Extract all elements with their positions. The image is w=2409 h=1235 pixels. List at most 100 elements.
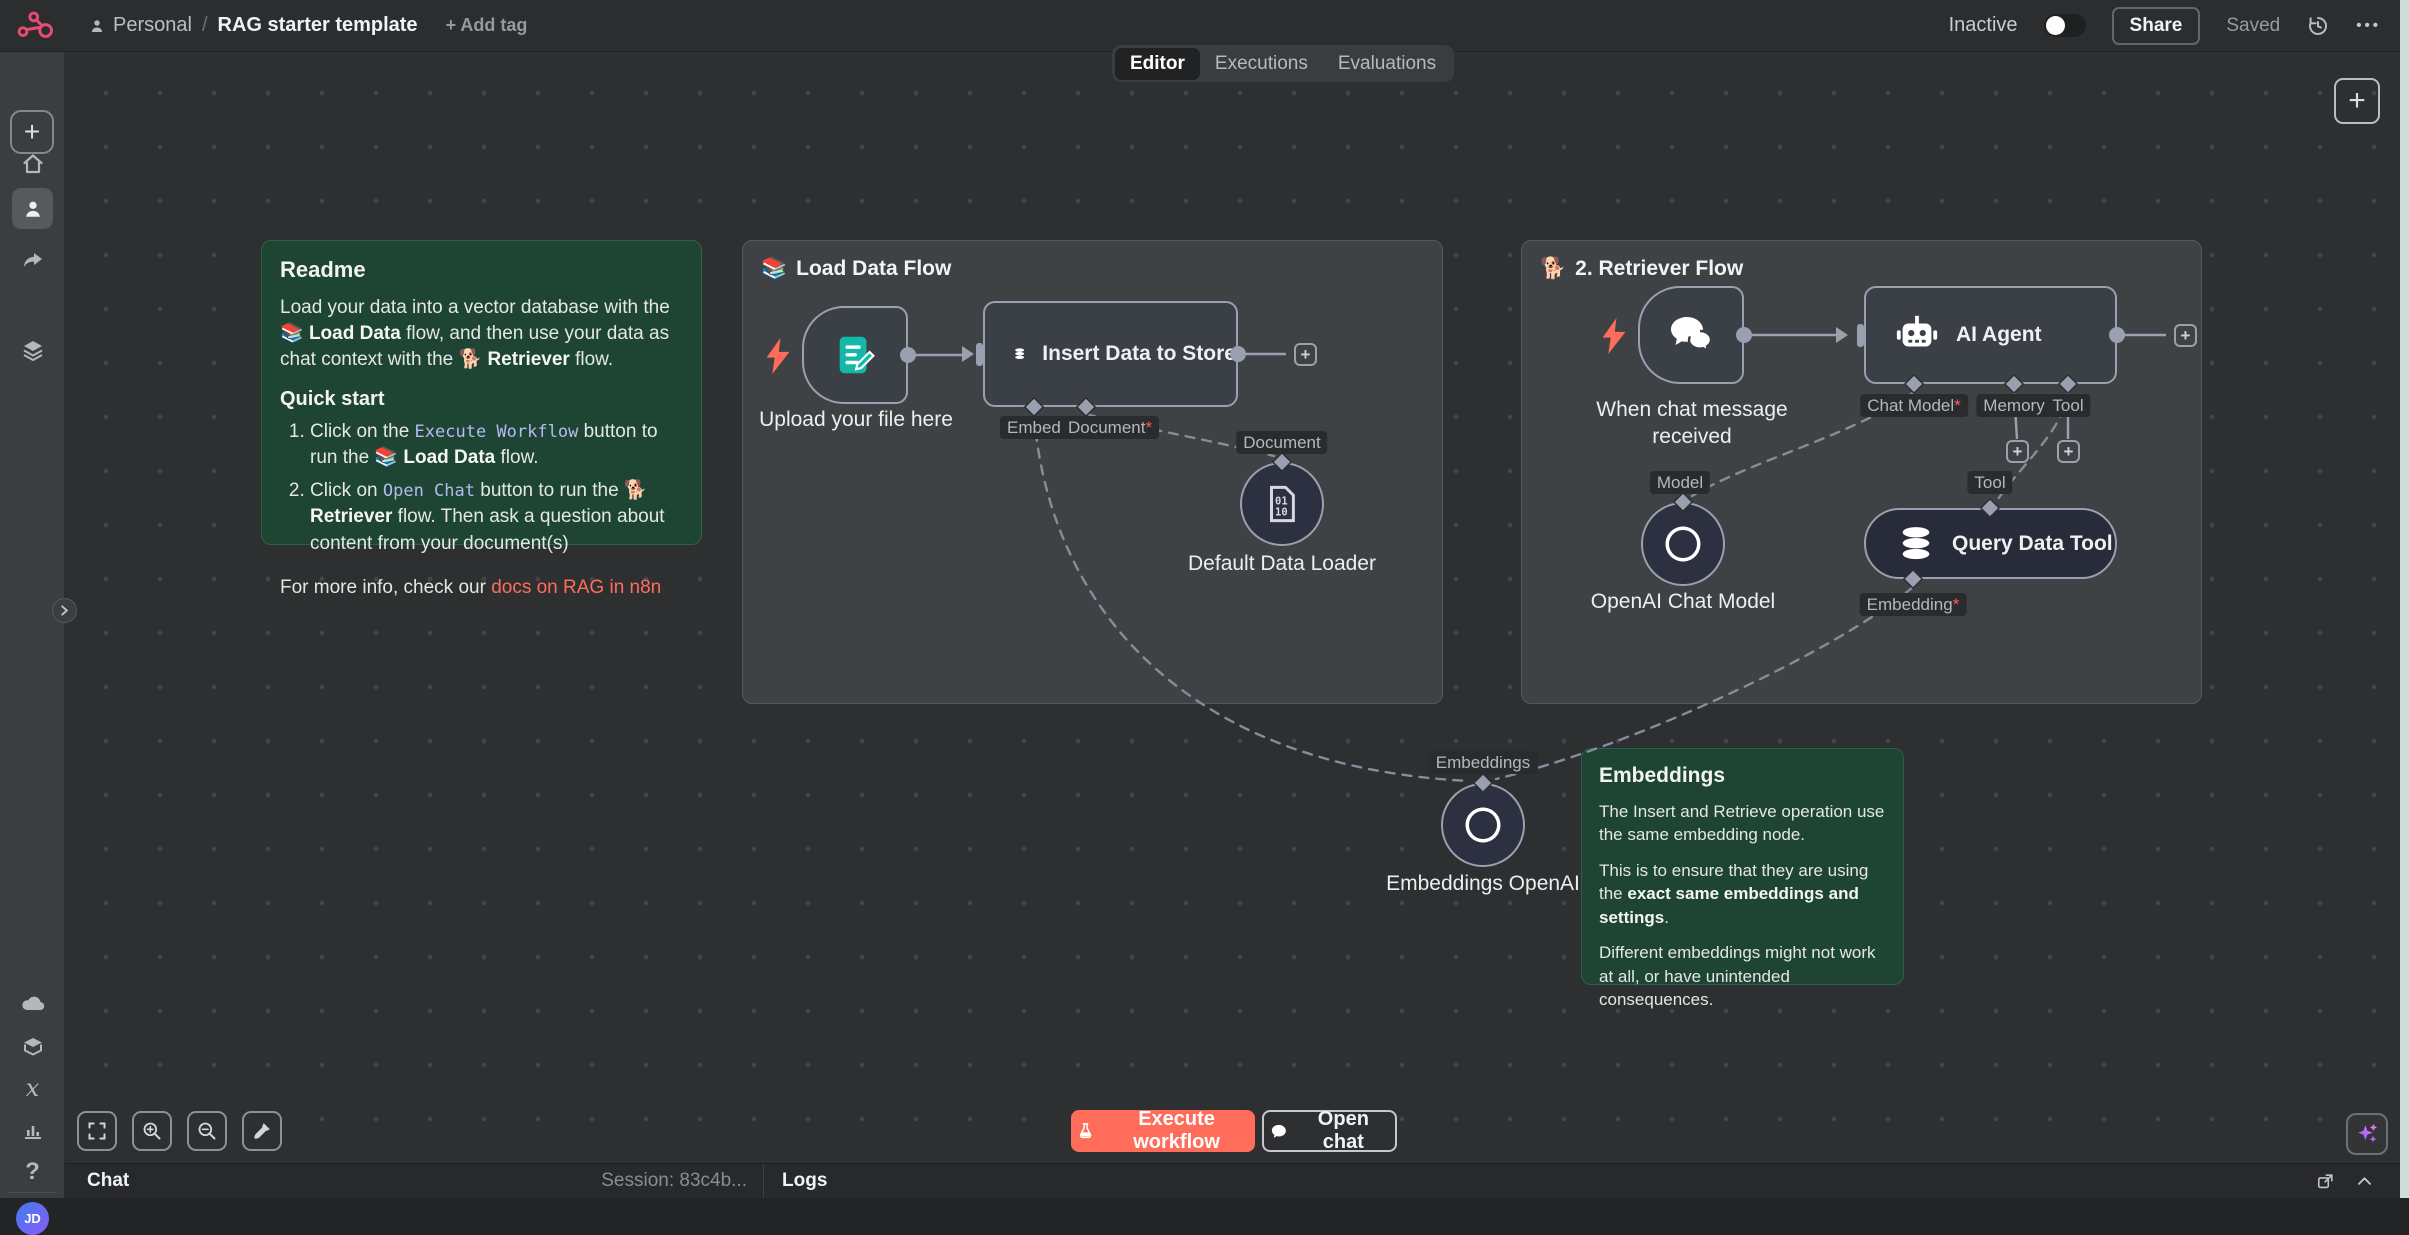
zoom-in-icon — [142, 1121, 162, 1141]
topbar-actions: Inactive Share Saved ••• — [1949, 7, 2381, 45]
sticky-heading: Quick start — [280, 388, 683, 411]
share-button[interactable]: Share — [2112, 7, 2201, 45]
docs-link-paragraph[interactable]: For more info, check our docs on RAG in … — [280, 575, 683, 601]
panel-divider — [763, 1164, 764, 1198]
sidebar-item-insights[interactable] — [0, 1118, 65, 1142]
zoom-to-fit-button[interactable] — [77, 1111, 117, 1151]
node-ai-agent[interactable]: AI Agent — [1864, 286, 2117, 384]
add-tag-button[interactable]: + Add tag — [446, 15, 528, 36]
sticky-title: Readme — [280, 257, 683, 283]
node-chat-trigger[interactable] — [1638, 286, 1744, 384]
chat-panel-title[interactable]: Chat — [87, 1170, 129, 1192]
form-icon — [832, 332, 878, 378]
svg-text:10: 10 — [1275, 507, 1288, 519]
node-label-data-loader: Default Data Loader — [1188, 552, 1376, 576]
node-title: Query Data Tool — [1952, 532, 2113, 556]
node-label-embeddings-openai: Embeddings OpenAI — [1386, 872, 1580, 896]
node-title: Insert Data to Store — [1042, 342, 1236, 366]
sidebar-item-variables[interactable]: x — [0, 1074, 65, 1102]
breadcrumb-project[interactable]: Personal — [88, 14, 192, 37]
add-node-canvas-button[interactable]: + — [2334, 78, 2380, 124]
chat-panel-header[interactable]: Chat Session: 83c4b... — [65, 1164, 763, 1198]
broom-icon — [252, 1121, 272, 1141]
share-arrow-icon — [21, 248, 45, 272]
n8n-logo-icon[interactable] — [16, 9, 56, 43]
connector-label-memory: Memory — [1976, 394, 2051, 417]
sidebar-item-help[interactable]: ? — [0, 1158, 65, 1186]
person-icon — [22, 198, 44, 220]
tidy-up-button[interactable] — [242, 1111, 282, 1151]
openai-icon — [1662, 523, 1704, 565]
add-tool-button[interactable]: + — [2057, 440, 2080, 463]
chat-session-id: Session: 83c4b... — [601, 1170, 747, 1192]
sidebar-item-personal[interactable] — [12, 188, 53, 229]
node-insert-data-to-store[interactable]: Insert Data to Store — [983, 301, 1238, 407]
history-button[interactable] — [2306, 14, 2330, 38]
workflow-title[interactable]: RAG starter template — [218, 14, 418, 37]
connector-label-tool-query: Tool — [1967, 471, 2012, 494]
quick-start-list: Click on the Execute Workflow button to … — [280, 419, 683, 557]
breadcrumb-project-label: Personal — [113, 14, 192, 37]
sidebar-item-shared[interactable] — [0, 248, 65, 272]
tab-executions[interactable]: Executions — [1200, 48, 1323, 80]
create-workflow-button[interactable]: + — [10, 110, 54, 154]
add-memory-button[interactable]: + — [2006, 440, 2029, 463]
toggle-knob — [2046, 16, 2065, 35]
ai-assistant-button[interactable] — [2346, 1113, 2388, 1155]
templates-box-icon — [21, 1034, 45, 1058]
node-openai-chat-model[interactable] — [1641, 502, 1725, 586]
list-item: Click on the Execute Workflow button to … — [310, 419, 683, 471]
chevron-up-icon[interactable] — [2355, 1172, 2374, 1191]
home-icon — [21, 152, 45, 176]
add-node-button[interactable]: + — [1294, 343, 1317, 366]
history-icon — [2306, 14, 2330, 38]
chat-bubbles-icon — [1667, 311, 1715, 359]
sidebar-expand-button[interactable] — [52, 598, 77, 623]
open-chat-label: Open chat — [1298, 1108, 1389, 1154]
node-query-data-tool[interactable]: Query Data Tool — [1864, 508, 2117, 579]
sidebar-item-home[interactable] — [0, 152, 65, 176]
tab-evaluations[interactable]: Evaluations — [1323, 48, 1451, 80]
node-form-trigger[interactable] — [802, 306, 908, 404]
database-icon — [1896, 524, 1936, 564]
list-item: Click on Open Chat button to run the 🐕 R… — [310, 478, 683, 557]
connector-label-model: Model — [1650, 471, 1710, 494]
node-embeddings-openai[interactable] — [1441, 783, 1525, 867]
tab-editor[interactable]: Editor — [1115, 48, 1200, 80]
right-edge-panel[interactable] — [2400, 0, 2409, 1198]
open-chat-button[interactable]: Open chat — [1262, 1110, 1397, 1152]
sticky-title: Embeddings — [1599, 764, 1886, 788]
sticky-paragraph: The Insert and Retrieve operation use th… — [1599, 800, 1886, 847]
sticky-note-embeddings[interactable]: Embeddings The Insert and Retrieve opera… — [1581, 748, 1904, 985]
more-options-button[interactable]: ••• — [2356, 17, 2381, 34]
cloud-icon — [20, 990, 46, 1016]
database-icon — [1013, 332, 1026, 376]
sticky-paragraph: Different embeddings might not work at a… — [1599, 941, 1886, 1011]
saved-status: Saved — [2226, 15, 2280, 37]
logs-panel-actions — [2316, 1172, 2374, 1191]
chat-bubble-icon — [1270, 1122, 1288, 1141]
sticky-note-readme[interactable]: Readme Load your data into a vector data… — [261, 240, 702, 545]
zoom-in-button[interactable] — [132, 1111, 172, 1151]
add-node-button[interactable]: + — [2174, 324, 2197, 347]
node-default-data-loader[interactable]: 01 10 — [1240, 462, 1324, 546]
user-avatar[interactable]: JD — [16, 1202, 49, 1235]
sidebar-item-cloud-admin[interactable] — [0, 990, 65, 1016]
sticky-paragraph: This is to ensure that they are using th… — [1599, 859, 1886, 929]
node-label-openai-model: OpenAI Chat Model — [1591, 590, 1775, 614]
n8n-workflow-editor: { "topbar": { "project": "Personal", "se… — [0, 0, 2409, 1198]
sidebar-item-templates[interactable] — [0, 1034, 65, 1058]
logs-panel-title[interactable]: Logs — [782, 1170, 827, 1192]
dog-emoji-icon: 🐕 — [1540, 257, 1566, 281]
execute-workflow-button[interactable]: Execute workflow — [1071, 1110, 1255, 1152]
sticky-paragraph: Load your data into a vector database wi… — [280, 295, 683, 374]
connector-label-tool: Tool — [2045, 394, 2090, 417]
node-title: AI Agent — [1956, 323, 2042, 347]
zoom-out-button[interactable] — [187, 1111, 227, 1151]
connector-label-embedding-required: Embedding* — [1860, 593, 1967, 616]
chevron-right-icon — [59, 605, 70, 616]
sticky-title: Load Data Flow — [796, 257, 951, 281]
sidebar-item-data-tables[interactable] — [0, 338, 65, 362]
pop-out-icon[interactable] — [2316, 1172, 2335, 1191]
active-toggle[interactable] — [2044, 14, 2086, 37]
